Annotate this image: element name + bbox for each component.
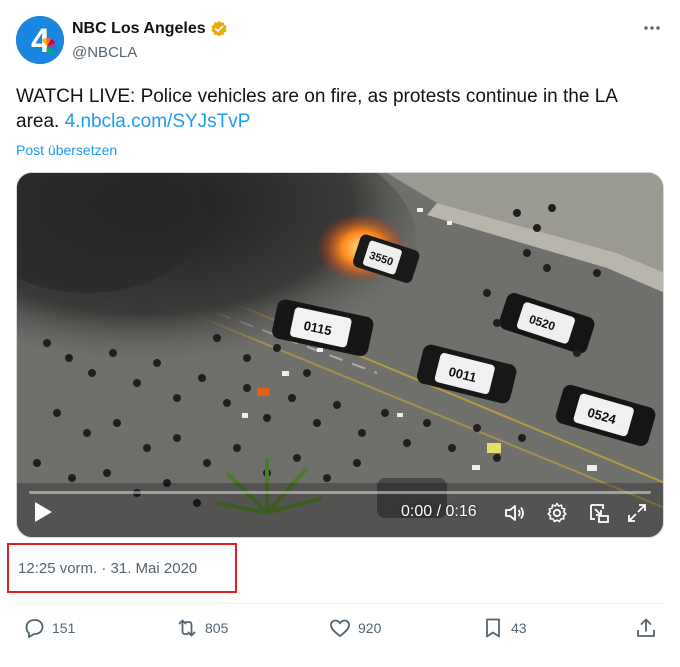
video-player[interactable]: 3550 0115 0011 0520 0524 0:00 / 0:16 bbox=[16, 172, 664, 538]
share-icon bbox=[637, 618, 655, 637]
bookmark-count: 43 bbox=[511, 620, 527, 636]
repost-button[interactable]: 805 bbox=[175, 615, 228, 641]
avatar[interactable]: 4 bbox=[16, 16, 64, 64]
repost-icon bbox=[178, 619, 196, 637]
settings-gear-icon[interactable] bbox=[545, 501, 569, 525]
display-name[interactable]: NBC Los Angeles bbox=[72, 20, 206, 38]
picture-in-picture-icon[interactable] bbox=[587, 501, 611, 525]
tweet-link[interactable]: 4.nbcla.com/SYJsTvP bbox=[65, 111, 251, 132]
reply-count: 151 bbox=[52, 620, 76, 636]
tweet-text: WATCH LIVE: Police vehicles are on fire,… bbox=[16, 84, 656, 134]
video-progress-bar[interactable] bbox=[29, 491, 651, 494]
like-count: 920 bbox=[358, 620, 382, 636]
reply-icon bbox=[25, 619, 44, 638]
name-row: NBC Los Angeles bbox=[72, 20, 228, 38]
handle[interactable]: @NBCLA bbox=[72, 44, 137, 61]
play-icon[interactable] bbox=[33, 501, 53, 523]
video-frame: 3550 0115 0011 0520 0524 bbox=[17, 173, 663, 537]
translate-post-link[interactable]: Post übersetzen bbox=[16, 142, 117, 158]
video-time: 0:00 / 0:16 bbox=[401, 503, 477, 520]
tweet: 4 NBC Los Angeles @NBCLA WATCH LIVE: Pol… bbox=[0, 0, 680, 667]
video-controls: 0:00 / 0:16 bbox=[17, 485, 663, 537]
post-timestamp[interactable]: 12:25 vorm. · 31. Mai 2020 bbox=[18, 560, 197, 577]
repost-count: 805 bbox=[205, 620, 229, 636]
fullscreen-icon[interactable] bbox=[625, 501, 649, 525]
bookmark-button[interactable]: 43 bbox=[481, 615, 527, 641]
heart-icon bbox=[330, 619, 350, 637]
divider bbox=[16, 603, 664, 604]
reply-button[interactable]: 151 bbox=[22, 615, 75, 641]
more-options-icon[interactable] bbox=[642, 18, 662, 38]
share-button[interactable] bbox=[634, 615, 664, 641]
volume-icon[interactable] bbox=[503, 501, 527, 525]
bookmark-icon bbox=[486, 618, 500, 638]
verified-badge-icon bbox=[211, 20, 227, 37]
like-button[interactable]: 920 bbox=[328, 615, 381, 641]
